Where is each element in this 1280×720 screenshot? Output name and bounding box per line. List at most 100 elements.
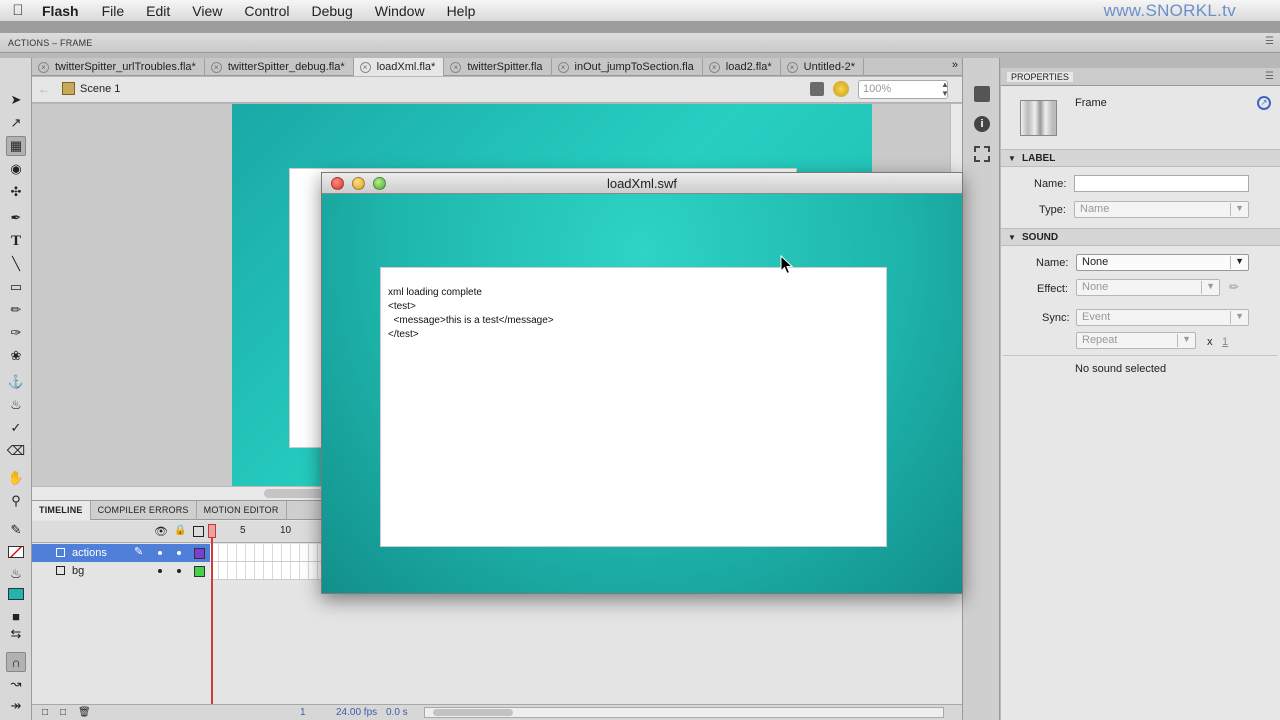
- library-panel-icon[interactable]: [974, 86, 990, 102]
- label-type-select[interactable]: Name ▼: [1074, 201, 1249, 218]
- menu-file[interactable]: File: [91, 3, 136, 19]
- zoom-tool-icon[interactable]: ⚲: [6, 491, 26, 511]
- swf-movie-area[interactable]: xml loading complete <test> <message>thi…: [322, 194, 962, 593]
- fill-none-icon[interactable]: [6, 542, 26, 562]
- frames-row[interactable]: [210, 562, 322, 580]
- output-text-field[interactable]: xml loading complete <test> <message>thi…: [380, 267, 887, 547]
- tab-compiler-errors[interactable]: COMPILER ERRORS: [91, 501, 197, 520]
- menu-edit[interactable]: Edit: [135, 3, 181, 19]
- smooth-icon[interactable]: ↝: [6, 674, 26, 694]
- subselection-tool-icon[interactable]: ↗: [6, 113, 26, 133]
- zoom-window-button[interactable]: [373, 177, 386, 190]
- frame-name-input[interactable]: [1074, 175, 1249, 192]
- tab-timeline[interactable]: TIMELINE: [32, 501, 91, 520]
- paint-bucket-tool-icon[interactable]: ♨: [6, 395, 26, 415]
- visibility-dot[interactable]: [158, 551, 162, 555]
- layer-name[interactable]: bg: [72, 565, 84, 577]
- pen-tool-icon[interactable]: ✒: [6, 208, 26, 228]
- layer-row-actions[interactable]: actions ✎: [32, 544, 210, 562]
- close-icon[interactable]: ×: [786, 61, 798, 73]
- black-white-icon[interactable]: ■: [6, 606, 26, 626]
- free-transform-tool-icon[interactable]: ▦: [6, 136, 26, 156]
- swap-colors-icon[interactable]: ⇆: [6, 624, 26, 644]
- close-icon[interactable]: ×: [450, 61, 462, 73]
- current-frame[interactable]: 1: [300, 707, 306, 718]
- pencil-tool-icon[interactable]: ✏: [6, 300, 26, 320]
- tab-motion-editor[interactable]: MOTION EDITOR: [197, 501, 287, 520]
- text-tool-icon[interactable]: T: [6, 231, 26, 251]
- edit-symbol-icon[interactable]: [833, 81, 849, 97]
- layer-color-swatch[interactable]: [194, 566, 205, 577]
- more-tabs-icon[interactable]: »: [952, 59, 958, 71]
- 3d-rotation-tool-icon[interactable]: ◉: [6, 159, 26, 179]
- transform-panel-icon[interactable]: [974, 146, 990, 162]
- apple-icon[interactable]: : [0, 2, 36, 19]
- new-folder-icon[interactable]: □: [60, 707, 66, 718]
- doc-tab[interactable]: × twitterSpitter.fla: [444, 58, 552, 76]
- lasso-tool-icon[interactable]: ✣: [6, 182, 26, 202]
- minimize-window-button[interactable]: [352, 177, 365, 190]
- frame-rate[interactable]: 24.00 fps: [336, 707, 377, 718]
- brush-tool-icon[interactable]: ✑: [6, 323, 26, 343]
- close-icon[interactable]: ×: [359, 61, 371, 73]
- close-icon[interactable]: ×: [38, 61, 49, 73]
- sync-select[interactable]: Event ▼: [1076, 309, 1249, 326]
- scrollbar-thumb[interactable]: [264, 489, 324, 498]
- line-tool-icon[interactable]: ╲: [6, 254, 26, 274]
- panel-menu-icon[interactable]: ☰: [1265, 71, 1274, 82]
- visibility-dot[interactable]: [158, 569, 162, 573]
- sound-section-header[interactable]: ▼ SOUND: [1001, 228, 1280, 246]
- sound-name-select[interactable]: None ▼: [1076, 254, 1249, 271]
- lock-icon[interactable]: 🔒: [174, 525, 186, 536]
- deco-tool-icon[interactable]: ❀: [6, 346, 26, 366]
- outline-icon[interactable]: [193, 526, 204, 537]
- menu-debug[interactable]: Debug: [301, 3, 364, 19]
- scene-breadcrumb[interactable]: Scene 1: [80, 83, 120, 95]
- close-icon[interactable]: ×: [210, 61, 222, 73]
- rectangle-tool-icon[interactable]: ▭: [6, 277, 26, 297]
- effect-select[interactable]: None ▼: [1076, 279, 1220, 296]
- close-window-button[interactable]: [331, 177, 344, 190]
- collapse-triangle-icon[interactable]: ▼: [1008, 233, 1016, 242]
- label-section-header[interactable]: ▼ LABEL: [1001, 149, 1280, 167]
- frames-row[interactable]: [210, 544, 322, 562]
- playhead-handle[interactable]: [208, 524, 216, 538]
- doc-tab-active[interactable]: × loadXml.fla*: [353, 58, 445, 76]
- stroke-color-icon[interactable]: ✎: [6, 520, 26, 540]
- playhead[interactable]: [208, 524, 216, 720]
- app-menu[interactable]: Flash: [36, 3, 91, 19]
- hand-tool-icon[interactable]: ✋: [6, 468, 26, 488]
- zoom-field[interactable]: 100%: [858, 80, 948, 99]
- lock-dot[interactable]: [177, 551, 181, 555]
- zoom-stepper-icon[interactable]: ▲ ▼: [938, 80, 952, 99]
- new-layer-icon[interactable]: □: [42, 707, 48, 718]
- menu-control[interactable]: Control: [233, 3, 300, 19]
- swf-preview-window[interactable]: loadXml.swf xml loading complete <test> …: [321, 172, 963, 594]
- close-icon[interactable]: ×: [708, 61, 720, 73]
- edit-scene-icon[interactable]: [810, 82, 824, 96]
- timeline-scrollbar[interactable]: [424, 707, 944, 718]
- repeat-count[interactable]: 1: [1222, 336, 1228, 348]
- eraser-tool-icon[interactable]: ⌫: [6, 441, 26, 461]
- layer-row-bg[interactable]: bg: [32, 562, 210, 580]
- doc-tab[interactable]: × inOut_jumpToSection.fla: [552, 58, 703, 76]
- close-icon[interactable]: ×: [557, 61, 569, 73]
- swf-window-titlebar[interactable]: loadXml.swf: [322, 173, 962, 194]
- bone-tool-icon[interactable]: ⚓: [6, 372, 26, 392]
- actions-panel-bar[interactable]: ACTIONS – FRAME ☰: [0, 33, 1280, 53]
- fill-bucket-icon[interactable]: ♨: [6, 564, 26, 584]
- doc-tab[interactable]: × twitterSpitter_urlTroubles.fla*: [32, 58, 205, 76]
- delete-layer-icon[interactable]: 🗑: [78, 707, 91, 718]
- selection-tool-icon[interactable]: ➤: [6, 90, 26, 110]
- repeat-select[interactable]: Repeat ▼: [1076, 332, 1196, 349]
- doc-tab[interactable]: × load2.fla*: [703, 58, 781, 76]
- fill-color-icon[interactable]: [6, 584, 26, 604]
- panel-menu-icon[interactable]: ☰: [1265, 36, 1274, 47]
- menu-view[interactable]: View: [181, 3, 233, 19]
- layer-name[interactable]: actions: [72, 547, 107, 559]
- eye-icon[interactable]: 👁: [154, 525, 168, 538]
- info-icon[interactable]: i: [974, 116, 990, 132]
- help-icon[interactable]: ↗: [1257, 96, 1271, 110]
- lock-dot[interactable]: [177, 569, 181, 573]
- collapse-triangle-icon[interactable]: ▼: [1008, 154, 1016, 163]
